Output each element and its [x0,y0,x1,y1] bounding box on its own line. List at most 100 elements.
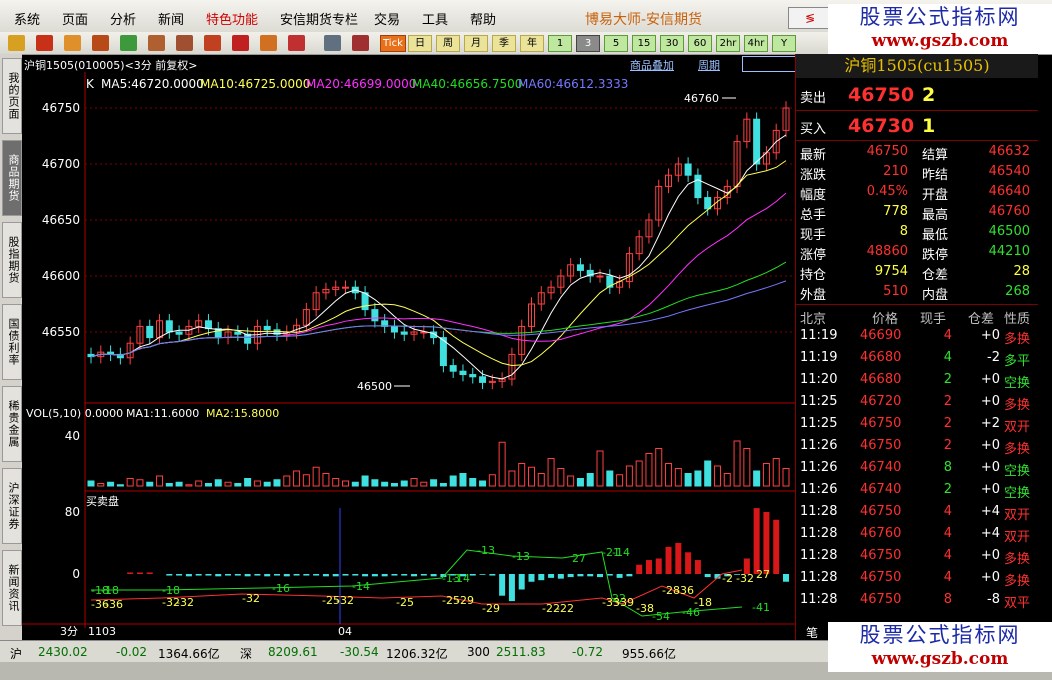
period-1min[interactable]: 1 [548,35,572,52]
window-icon[interactable] [204,35,221,51]
legend-ma20: MA20:46699.0000 [306,77,416,91]
volume-bar [87,480,95,487]
tick-time: 11:28 [800,592,838,607]
tab-precious-metals[interactable]: 稀贵金属 [2,386,22,462]
filter-icon[interactable] [288,35,305,51]
tick-volume: 8 [943,592,952,607]
menu-special[interactable]: 特色功能 [206,9,258,28]
tick-volume: 2 [943,482,952,497]
tv-icon[interactable] [92,35,109,51]
bs-yellow-label: -18 [694,596,712,609]
stock-button[interactable]: ≶ [788,7,832,29]
bs-bar [195,574,202,576]
ticks-footer-label[interactable]: 笔 [806,624,818,641]
paint-icon[interactable] [260,35,277,51]
table-icon[interactable] [324,35,341,51]
tab-news[interactable]: 新闻资讯 [2,550,22,626]
period-day[interactable]: 日 [408,35,432,52]
period-15min[interactable]: 15 [632,35,656,52]
legend-ma10: MA10:46725.0000 [200,77,310,91]
period-season[interactable]: 季 [492,35,516,52]
bs-yellow-label: -22 [542,602,560,615]
bs-bar [391,574,398,576]
tab-sh-sz-securities[interactable]: 沪深证券 [2,468,22,544]
period-30min[interactable]: 30 [660,35,684,52]
tick-type: 双平 [1004,596,1031,611]
bs-yellow-label: -32 [736,572,754,585]
menu-system[interactable]: 系统 [14,9,40,28]
stat-label: 最新 [800,148,827,163]
report-icon[interactable] [64,35,81,51]
ticks-header-time: 北京 [800,312,827,327]
volume-bar [263,481,271,487]
stat-value: 46540 [988,164,1030,179]
nav-arrows-icon[interactable] [742,56,796,72]
tick-time: 11:28 [800,504,838,519]
candle-body [694,174,702,199]
bs-bar [342,574,349,576]
bs-bar [127,572,134,574]
bs-bar [636,564,643,574]
stat-label: 总手 [800,208,827,223]
menu-column[interactable]: 安信期货专栏 [280,9,358,28]
menu-analysis[interactable]: 分析 [110,9,136,28]
overlay-link[interactable]: 商品叠加 [630,57,674,73]
tick-icon[interactable]: Tick [380,35,406,52]
tab-commodity-futures[interactable]: 商品期货 [2,140,22,216]
menu-help[interactable]: 帮助 [470,9,496,28]
menu-trade[interactable]: 交易 [374,9,400,28]
volume-bar [469,478,477,487]
tab-my-page[interactable]: 我的页面 [2,58,22,134]
period-custom[interactable]: Y [772,35,796,52]
zoom-in-icon[interactable] [148,35,165,51]
bs-bar [313,574,320,576]
hs300-change: -0.72 [572,645,604,659]
ticks-header-volume: 现手 [920,312,947,327]
menu-page[interactable]: 页面 [62,9,88,28]
tick-price: 46750 [860,592,902,607]
tick-time: 11:26 [800,482,838,497]
symbol-label: 沪铜1505(010005)<3分 前复权> [24,59,198,72]
kline-icon[interactable] [352,35,369,51]
buy-label: 买入 [800,122,827,137]
back-arrow-icon[interactable] [8,35,25,51]
period-5min[interactable]: 5 [604,35,628,52]
period-4hr[interactable]: 4hr [744,35,768,52]
bs-bar [694,560,701,574]
refresh-icon[interactable] [120,35,137,51]
period-3min[interactable]: 3 [576,35,600,52]
home-icon[interactable] [36,35,53,51]
period-link[interactable]: 周期 [698,57,720,73]
sh-amount: 1364.66亿 [158,647,220,661]
candle-body [596,275,604,278]
bs-bar [685,552,692,574]
tick-oi-change: +0 [980,482,1000,497]
period-60min[interactable]: 60 [688,35,712,52]
tab-index-futures[interactable]: 股指期货 [2,222,22,298]
annotation-low: 46500 [357,380,392,393]
period-year[interactable]: 年 [520,35,544,52]
candle-body [479,376,487,383]
pen-icon[interactable] [232,35,249,51]
candle-body [753,118,761,165]
tick-oi-change: -2 [987,350,1000,365]
bs-bar [783,574,789,582]
tab-bond-rates[interactable]: 国债利率 [2,304,22,380]
watermark-title: 股票公式指标网 [859,623,1021,647]
price-chart[interactable]: -18-18 -18 -16 -14-14-13-13 -13 27 -21-1422-54… [22,72,795,640]
menu-tools[interactable]: 工具 [422,9,448,28]
candle-body [459,370,467,376]
zoom-out-icon[interactable] [176,35,193,51]
watermark-title: 股票公式指标网 [859,5,1021,29]
bs-green-label: -16 [272,582,290,595]
bs-bar [234,574,241,576]
bs-yellow-label: 27 [756,568,770,581]
candle-body [684,163,692,176]
period-month[interactable]: 月 [464,35,488,52]
period-2hr[interactable]: 2hr [716,35,740,52]
volume-bar [439,483,447,487]
stat-label: 持仓 [800,268,827,283]
menu-news[interactable]: 新闻 [158,9,184,28]
period-week[interactable]: 周 [436,35,460,52]
tick-volume: 4 [943,350,952,365]
